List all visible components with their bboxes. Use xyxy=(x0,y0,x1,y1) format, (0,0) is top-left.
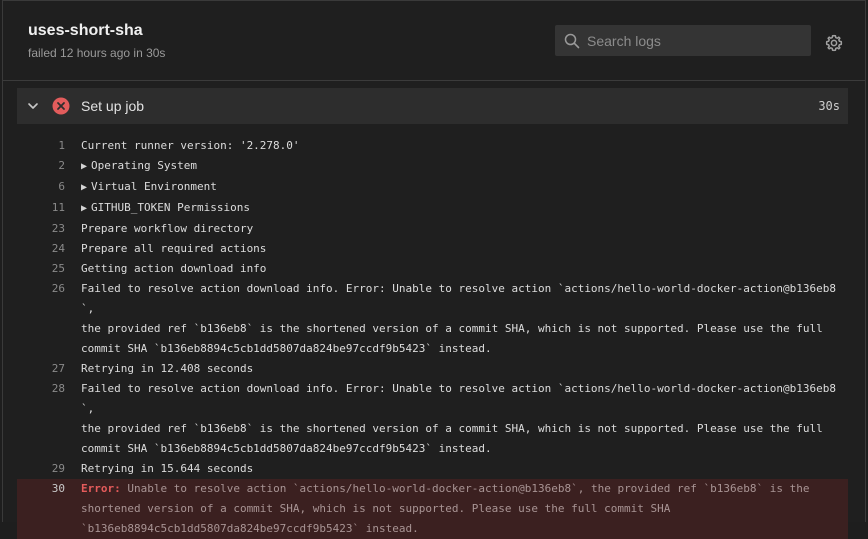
expand-caret-icon[interactable]: ▶ xyxy=(81,161,87,172)
log-text: Failed to resolve action download info. … xyxy=(81,282,836,355)
job-status-text: failed 12 hours ago in 30s xyxy=(28,46,166,60)
log-line: 26 Failed to resolve action download info… xyxy=(17,279,848,359)
log-line: 30 Error: Unable to resolve action `actio… xyxy=(17,479,848,539)
search-icon xyxy=(564,33,580,49)
line-number[interactable]: 28 xyxy=(17,379,65,399)
log-text: Retrying in 12.408 seconds xyxy=(81,362,254,375)
line-number[interactable]: 24 xyxy=(17,239,65,259)
line-number[interactable]: 11 xyxy=(17,198,65,218)
log-line: 23 Prepare workflow directory xyxy=(17,219,848,239)
log-line: 29 Retrying in 15.644 seconds xyxy=(17,459,848,479)
log-line: 6 ▶ Virtual Environment xyxy=(17,177,848,198)
line-number[interactable]: 23 xyxy=(17,219,65,239)
log-text: Failed to resolve action download info. … xyxy=(81,382,836,455)
log-text: Virtual Environment xyxy=(91,180,217,193)
chevron-down-icon xyxy=(28,103,38,109)
log-text: Current runner version: '2.278.0' xyxy=(81,139,300,152)
step-set-up-job[interactable]: Set up job 30s xyxy=(17,88,848,124)
log-text: GITHUB_TOKEN Permissions xyxy=(91,201,250,214)
step-duration: 30s xyxy=(818,99,840,113)
log-text: Prepare all required actions xyxy=(81,242,267,255)
search-logs-input[interactable] xyxy=(587,25,803,56)
log-text: Prepare workflow directory xyxy=(81,222,254,235)
log-text: Retrying in 15.644 seconds xyxy=(81,462,254,475)
job-header: uses-short-sha failed 12 hours ago in 30… xyxy=(3,1,865,81)
line-number[interactable]: 25 xyxy=(17,259,65,279)
log-text: Unable to resolve action `actions/hello-… xyxy=(81,482,810,535)
line-number[interactable]: 26 xyxy=(17,279,65,299)
log-line: 1 Current runner version: '2.278.0' xyxy=(17,136,848,156)
line-number[interactable]: 2 xyxy=(17,156,65,176)
job-title: uses-short-sha xyxy=(28,22,143,39)
search-box[interactable] xyxy=(555,25,811,56)
log-output: 1 Current runner version: '2.278.0' 2 ▶ Oper… xyxy=(17,136,848,539)
line-number[interactable]: 29 xyxy=(17,459,65,479)
log-text: Getting action download info xyxy=(81,262,267,275)
log-text: Operating System xyxy=(91,159,197,172)
line-number[interactable]: 27 xyxy=(17,359,65,379)
gear-icon[interactable] xyxy=(825,34,843,52)
log-line: 2 ▶ Operating System xyxy=(17,156,848,177)
error-status-icon xyxy=(52,97,70,115)
log-line: 24 Prepare all required actions xyxy=(17,239,848,259)
line-number[interactable]: 30 xyxy=(17,479,65,499)
log-line: 27 Retrying in 12.408 seconds xyxy=(17,359,848,379)
error-label: Error: xyxy=(81,482,121,495)
log-line: 25 Getting action download info xyxy=(17,259,848,279)
log-line: 11 ▶ GITHUB_TOKEN Permissions xyxy=(17,198,848,219)
line-number[interactable]: 6 xyxy=(17,177,65,197)
step-name: Set up job xyxy=(81,98,145,114)
log-line: 28 Failed to resolve action download info… xyxy=(17,379,848,459)
expand-caret-icon[interactable]: ▶ xyxy=(81,182,87,193)
line-number[interactable]: 1 xyxy=(17,136,65,156)
expand-caret-icon[interactable]: ▶ xyxy=(81,203,87,214)
